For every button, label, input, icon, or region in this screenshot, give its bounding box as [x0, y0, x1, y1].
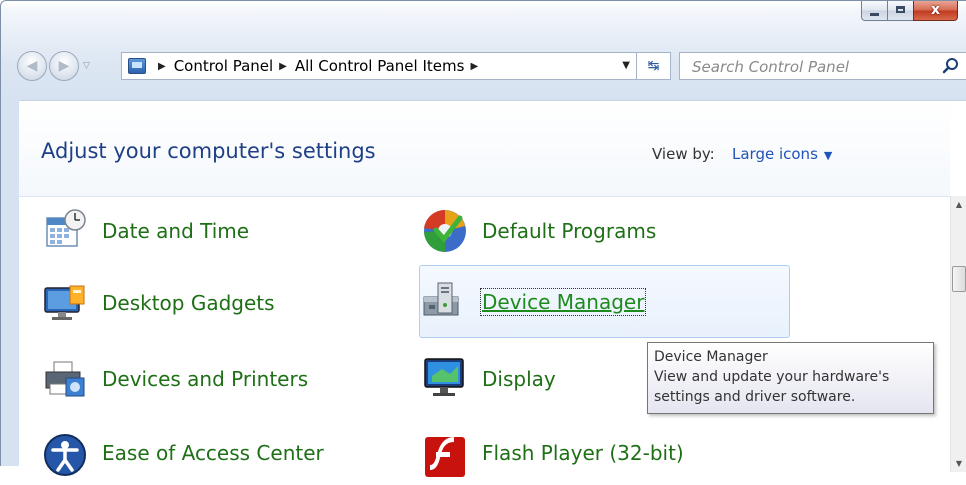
ease-of-access-icon	[44, 434, 86, 476]
breadcrumb-chevron-icon[interactable]: ▶	[470, 61, 478, 72]
content-pane: Adjust your computer's settings View by:…	[19, 100, 966, 477]
item-devices-and-printers[interactable]: Devices and Printers	[39, 347, 399, 411]
display-monitor-icon	[424, 358, 464, 396]
content-header: Adjust your computer's settings View by:…	[19, 101, 950, 197]
window-controls: x	[861, 1, 958, 21]
search-box[interactable]	[679, 52, 966, 80]
printer-icon	[45, 361, 85, 397]
item-flash-player[interactable]: Flash Player (32-bit)	[419, 421, 789, 485]
minimize-button[interactable]	[861, 1, 887, 21]
vertical-scrollbar[interactable]: ▲ ▼	[950, 196, 966, 472]
back-button[interactable]: ◀	[17, 51, 47, 81]
item-label[interactable]: Date and Time	[102, 219, 249, 243]
forward-button[interactable]: ▶	[49, 51, 79, 81]
address-dropdown-icon[interactable]: ▼	[622, 60, 630, 71]
control-panel-window: x ◀ ▶ ▽ ▶ Control Panel ▶ All Control Pa…	[0, 0, 966, 477]
page-title: Adjust your computer's settings	[41, 139, 376, 163]
tooltip-line-2: settings and driver software.	[654, 389, 856, 405]
maximize-button[interactable]	[887, 1, 913, 21]
breadcrumb-all-items[interactable]: All Control Panel Items	[295, 57, 465, 75]
search-icon[interactable]	[940, 55, 962, 77]
maximize-icon	[896, 6, 905, 13]
back-arrow-icon: ◀	[26, 58, 38, 74]
item-label[interactable]: Device Manager	[479, 287, 647, 316]
item-label[interactable]: Desktop Gadgets	[102, 291, 275, 315]
desktop-gadgets-icon	[44, 285, 85, 320]
refresh-button[interactable]: ↹	[637, 52, 671, 80]
item-label[interactable]: Display	[482, 367, 556, 391]
item-label[interactable]: Ease of Access Center	[102, 441, 324, 465]
item-label[interactable]: Flash Player (32-bit)	[482, 441, 684, 465]
navigation-bar: ◀ ▶ ▽ ▶ Control Panel ▶ All Control Pane…	[17, 50, 966, 82]
forward-arrow-icon: ▶	[58, 58, 70, 74]
item-desktop-gadgets[interactable]: Desktop Gadgets	[39, 271, 399, 335]
tooltip-line-1: View and update your hardware's	[654, 369, 890, 385]
calendar-clock-icon	[46, 209, 86, 247]
scrollbar-thumb[interactable]	[952, 266, 966, 292]
refresh-icon: ↹	[647, 58, 660, 74]
scroll-down-arrow-icon[interactable]: ▼	[951, 455, 966, 472]
tooltip-title: Device Manager	[654, 349, 768, 365]
default-programs-icon	[424, 209, 466, 253]
view-by-label: View by:	[652, 145, 715, 163]
device-manager-icon	[423, 282, 459, 315]
minimize-icon	[870, 13, 879, 16]
dropdown-arrow-icon: ▼	[823, 149, 833, 162]
close-button[interactable]: x	[913, 1, 958, 21]
item-default-programs[interactable]: Default Programs	[419, 199, 789, 263]
search-input[interactable]	[690, 54, 944, 80]
recent-pages-dropdown[interactable]: ▽	[83, 61, 90, 71]
item-device-manager[interactable]: Device Manager	[419, 265, 790, 338]
flash-player-icon	[425, 437, 465, 477]
control-panel-icon	[128, 58, 146, 74]
item-date-and-time[interactable]: Date and Time	[39, 199, 399, 263]
scroll-up-arrow-icon[interactable]: ▲	[951, 196, 966, 213]
item-ease-of-access-center[interactable]: Ease of Access Center	[39, 421, 399, 485]
device-manager-tooltip: Device Manager View and update your hard…	[647, 342, 934, 414]
breadcrumb-chevron-icon[interactable]: ▶	[158, 61, 166, 72]
item-label[interactable]: Default Programs	[482, 219, 656, 243]
close-icon: x	[930, 2, 941, 18]
view-by-dropdown[interactable]: Large icons ▼	[732, 145, 832, 163]
breadcrumb-chevron-icon[interactable]: ▶	[279, 61, 287, 72]
breadcrumb-control-panel[interactable]: Control Panel	[174, 57, 273, 75]
view-by-value[interactable]: Large icons	[732, 145, 818, 163]
item-label[interactable]: Devices and Printers	[102, 367, 308, 391]
address-bar[interactable]: ▶ Control Panel ▶ All Control Panel Item…	[121, 52, 637, 80]
